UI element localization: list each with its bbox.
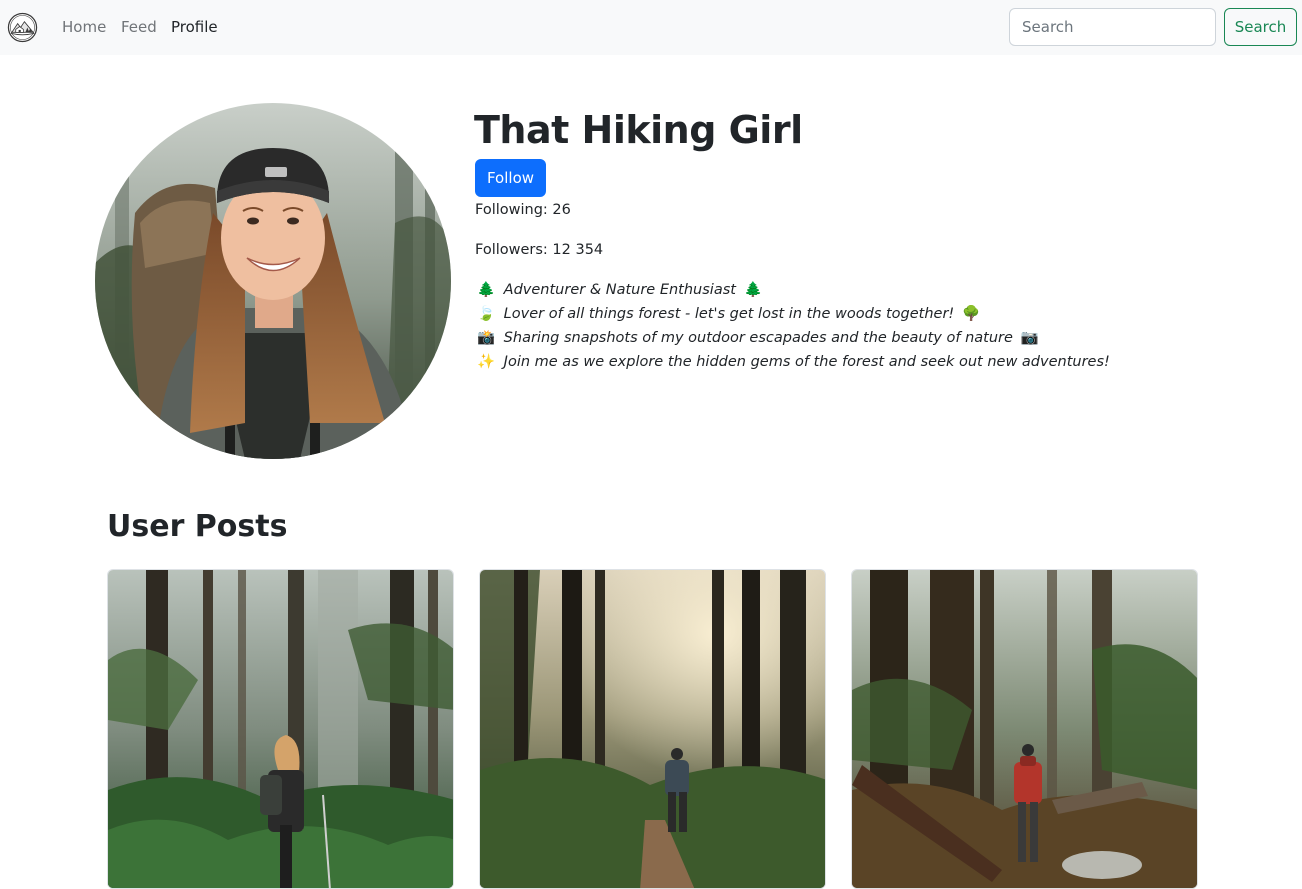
post-image[interactable] bbox=[852, 570, 1198, 889]
search-button[interactable]: Search bbox=[1224, 8, 1297, 46]
follow-button[interactable]: Follow bbox=[475, 159, 546, 197]
profile-avatar bbox=[95, 103, 451, 459]
nav-link-profile[interactable]: Profile bbox=[171, 18, 218, 36]
camera-flash-emoji-icon: 📸 bbox=[477, 330, 496, 346]
post-card[interactable] bbox=[107, 569, 454, 889]
evergreen-tree-emoji-icon: 🌲 bbox=[477, 282, 496, 298]
bio-text: Adventurer & Nature Enthusiast bbox=[503, 282, 736, 298]
profile-bio: 🌲 Adventurer & Nature Enthusiast 🌲 🍃 Love… bbox=[477, 278, 1110, 374]
post-image[interactable] bbox=[480, 570, 826, 889]
bio-text: Join me as we explore the hidden gems of… bbox=[503, 354, 1110, 370]
bio-text: Sharing snapshots of my outdoor escapade… bbox=[503, 330, 1013, 346]
nav-link-feed[interactable]: Feed bbox=[121, 18, 157, 36]
bio-text: Lover of all things forest - let's get l… bbox=[503, 306, 955, 322]
camera-emoji-icon: 📷 bbox=[1020, 330, 1039, 346]
bio-line: 🍃 Lover of all things forest - let's get… bbox=[477, 302, 1110, 326]
post-card[interactable] bbox=[479, 569, 826, 889]
leaf-emoji-icon: 🍃 bbox=[477, 306, 496, 322]
post-image[interactable] bbox=[108, 570, 454, 889]
search-input[interactable] bbox=[1009, 8, 1216, 46]
nav-link-home[interactable]: Home bbox=[62, 18, 106, 36]
following-count: Following: 26 bbox=[475, 202, 571, 218]
post-card[interactable] bbox=[851, 569, 1198, 889]
bio-line: 🌲 Adventurer & Nature Enthusiast 🌲 bbox=[477, 278, 1110, 302]
mountain-logo-icon[interactable] bbox=[7, 12, 38, 43]
deciduous-tree-emoji-icon: 🌳 bbox=[962, 306, 981, 322]
bio-line: ✨ Join me as we explore the hidden gems … bbox=[477, 350, 1110, 374]
user-posts-heading: User Posts bbox=[107, 509, 288, 544]
profile-name: That Hiking Girl bbox=[474, 108, 803, 152]
evergreen-tree-emoji-icon: 🌲 bbox=[743, 282, 763, 298]
bio-line: 📸 Sharing snapshots of my outdoor escapa… bbox=[477, 326, 1110, 350]
followers-count: Followers: 12 354 bbox=[475, 242, 604, 258]
navbar: Home Feed Profile Search bbox=[0, 0, 1302, 55]
sparkles-emoji-icon: ✨ bbox=[477, 354, 496, 370]
